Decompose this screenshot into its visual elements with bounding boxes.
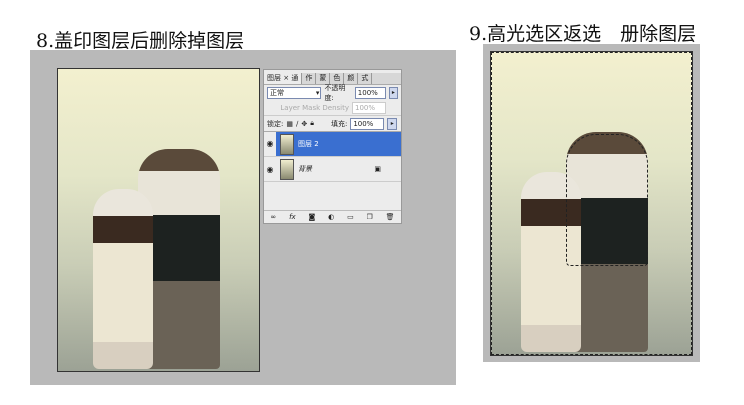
panel-footer: ∞ fx ◙ ◐ ▭ ❐ 🗑︎ (264, 210, 401, 223)
tab-actions[interactable]: 作 (302, 73, 317, 84)
selection-marquee (566, 134, 648, 266)
lock-label: 锁定: (267, 119, 284, 128)
tab-styles[interactable]: 式 (358, 73, 373, 84)
fill-label: 填充: (330, 119, 348, 128)
girl-figure (93, 189, 153, 369)
lock-icon: ▣ (374, 165, 381, 173)
blend-mode-select[interactable]: 正常 ▾ (267, 86, 322, 99)
step8-title: 8.盖印图层后删除掉图层 (36, 30, 245, 52)
step9-title: 9.高光选区返选 册除图层 (469, 23, 697, 45)
eye-icon[interactable]: ◉ (264, 165, 276, 174)
trash-icon[interactable]: 🗑︎ (386, 213, 395, 221)
layer-thumbnail (280, 133, 294, 155)
lock-move-icon[interactable]: ✥ (301, 120, 307, 128)
layer-thumbnail (280, 158, 294, 180)
photo-step9 (490, 51, 693, 356)
fill-arrow-button[interactable]: ▸ (387, 117, 398, 130)
adjustment-icon[interactable]: ◐ (328, 213, 334, 221)
lock-all-icon[interactable]: 🔒︎ (310, 119, 314, 128)
mask-density-input[interactable]: 100% (352, 101, 386, 114)
chevron-down-icon: ▾ (315, 88, 320, 97)
lock-brush-icon[interactable]: ∕ (296, 120, 298, 128)
mask-icon[interactable]: ◙ (309, 213, 316, 221)
layer-name[interactable]: 图层 2 (298, 139, 319, 149)
eye-icon[interactable]: ◉ (264, 132, 276, 156)
layer-row-background[interactable]: ◉ 背景 ▣ (264, 157, 401, 182)
close-icon[interactable]: × (283, 74, 289, 82)
fill-input[interactable]: 100% (350, 117, 385, 130)
opacity-label: 不透明度: (324, 83, 346, 102)
new-layer-icon[interactable]: ❐ (367, 213, 373, 221)
photo-step8 (57, 68, 260, 372)
layer-row-layer2[interactable]: ◉ 图层 2 (264, 132, 401, 157)
folder-icon[interactable]: ▭ (347, 213, 354, 221)
layers-panel: 图层 × 通 作 蒙 色 颜 式 正常 ▾ 不透明度: 100% ▸ Layer … (263, 69, 402, 224)
tab-layers[interactable]: 图层 × 通 (264, 73, 303, 84)
layer-name[interactable]: 背景 (298, 164, 312, 174)
opacity-arrow-button[interactable]: ▸ (388, 86, 398, 99)
link-icon[interactable]: ∞ (270, 213, 276, 221)
lock-transparent-icon[interactable]: ▦ (286, 120, 293, 128)
fx-icon[interactable]: fx (289, 213, 296, 221)
opacity-input[interactable]: 100% (354, 86, 386, 99)
mask-density-label: Layer Mask Density (280, 103, 349, 112)
